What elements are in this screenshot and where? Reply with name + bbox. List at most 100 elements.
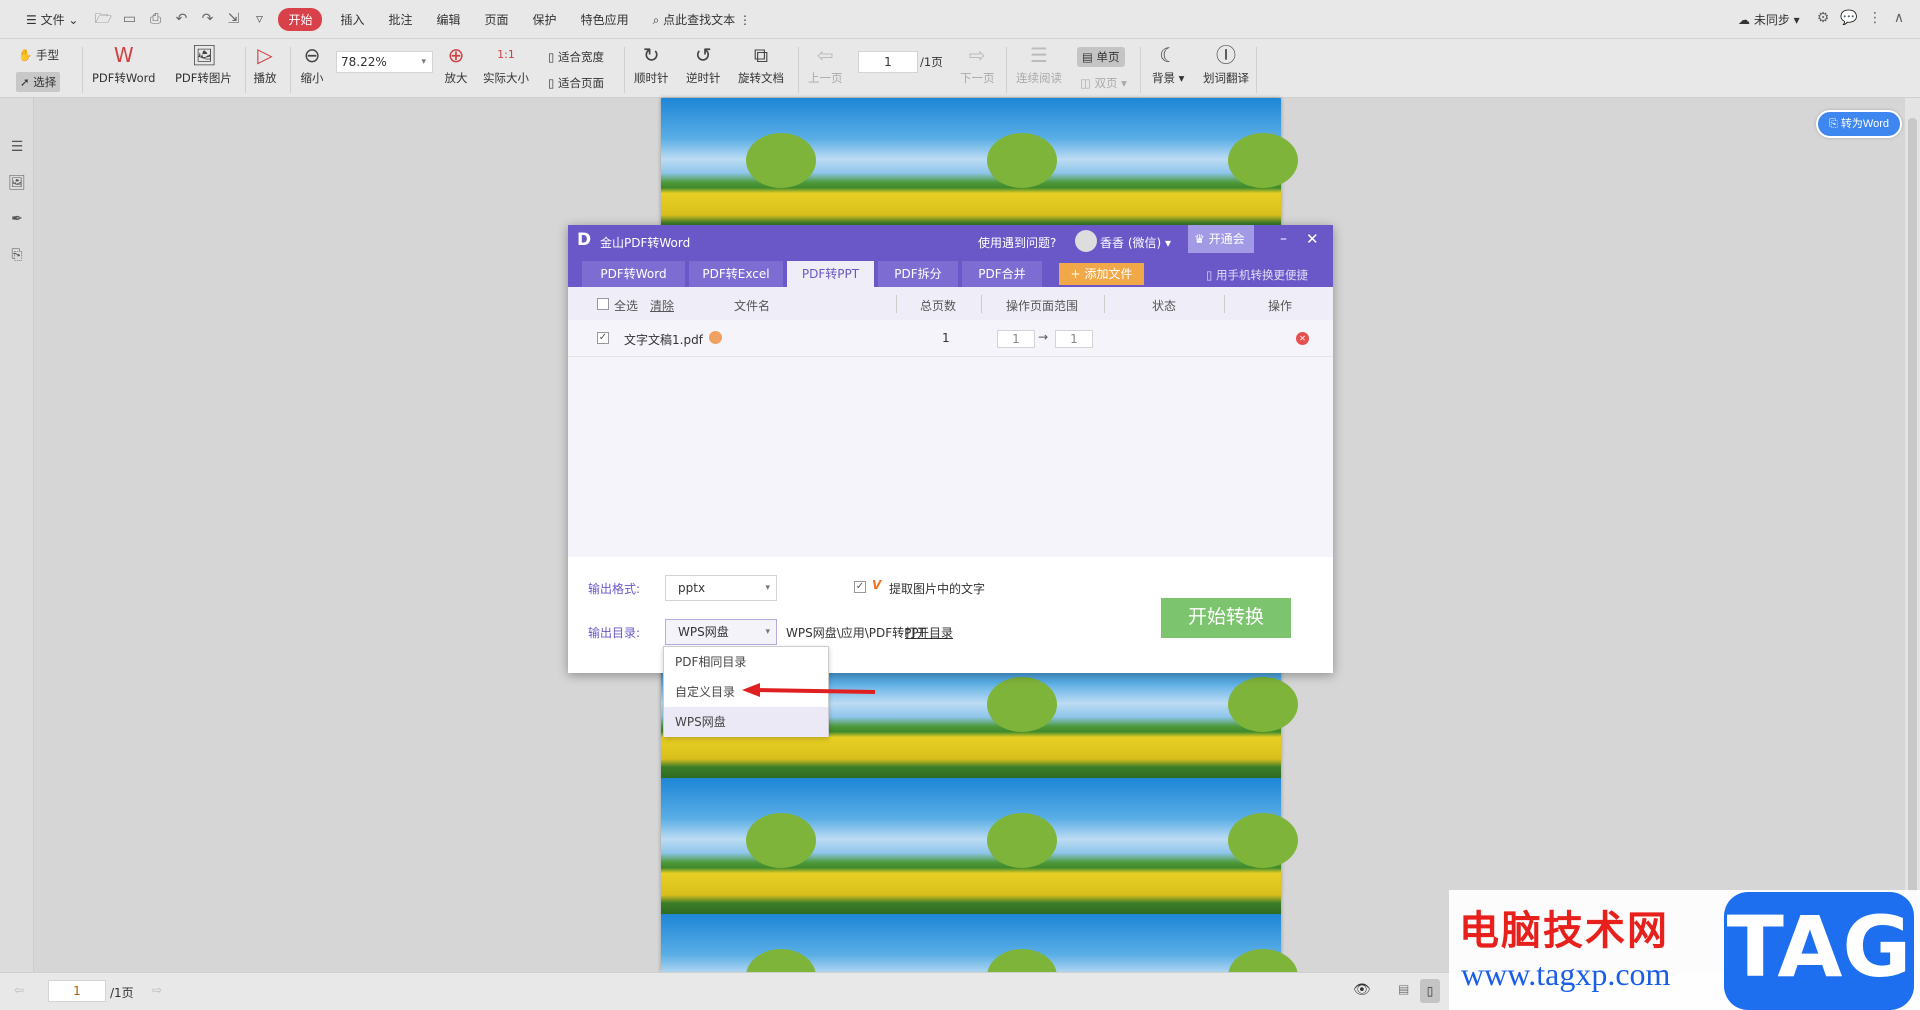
translate-button[interactable]: Ⓘ 划词翻译	[1203, 43, 1249, 86]
pdf-to-word-button[interactable]: W PDF转Word	[92, 43, 155, 86]
tab-pdf-to-ppt[interactable]: PDF转PPT	[787, 261, 874, 287]
settings-icon[interactable]: ⚙	[1814, 9, 1832, 27]
option-pdf-same-dir[interactable]: PDF相同目录	[664, 647, 828, 677]
next-page-icon[interactable]: ⇨	[152, 983, 162, 997]
collapse-icon[interactable]: ∧	[1890, 9, 1908, 27]
thumbnail-icon[interactable]: 🖼	[8, 174, 26, 192]
toolbar: ✋ 手型 ➚ 选择 W PDF转Word 🖼 PDF转图片 ▷ 播放 ⊖ 缩小 78.2…	[0, 38, 1920, 98]
search-label: 点此查找文本	[663, 12, 736, 27]
open-icon[interactable]: 🗁	[94, 10, 112, 28]
fit-width-button[interactable]: ▯ 适合宽度	[548, 49, 604, 65]
print-icon[interactable]: ⎙	[146, 10, 164, 28]
zoom-select[interactable]: 78.22% ▾	[336, 51, 433, 73]
mobile-convert-link[interactable]: ▯ 用手机转换更便捷	[1206, 267, 1308, 283]
tab-pdf-to-excel[interactable]: PDF转Excel	[689, 261, 783, 287]
tab-insert[interactable]: 插入	[328, 11, 376, 28]
avatar[interactable]	[1075, 230, 1097, 252]
dialog-title-bar: D 金山PDF转Word 使用遇到问题? 香香 (微信) ▾ ♛ 开通会员 – …	[568, 225, 1333, 274]
column-action: 操作	[1268, 299, 1293, 313]
continuous-view-icon[interactable]: ▤	[1398, 982, 1409, 996]
rotate-clockwise-button[interactable]: ↻ 顺时针	[634, 43, 669, 86]
remove-file-icon[interactable]: ✕	[1296, 332, 1309, 345]
prev-page-icon[interactable]: ⇦	[14, 983, 24, 997]
tab-start[interactable]: 开始	[278, 7, 323, 31]
tab-edit[interactable]: 编辑	[425, 11, 473, 28]
select-tool[interactable]: ➚ 选择	[16, 72, 61, 92]
export-icon[interactable]: ⇲	[224, 10, 242, 28]
clear-link[interactable]: 清除	[650, 297, 674, 314]
output-dir-select[interactable]: WPS网盘 ▾	[665, 619, 777, 645]
eye-protection-icon[interactable]: 👁	[1353, 982, 1371, 998]
user-menu[interactable]: 香香 (微信) ▾	[1100, 234, 1171, 251]
arrow-right-icon: ⇨	[968, 43, 986, 67]
vertical-scrollbar[interactable]	[1905, 98, 1920, 972]
more-dropdown-icon[interactable]: ▿	[250, 10, 268, 28]
output-dir-value: WPS网盘	[678, 625, 729, 639]
tab-page[interactable]: 页面	[473, 11, 521, 28]
undo-icon[interactable]: ↶	[172, 10, 190, 28]
tab-pdf-merge[interactable]: PDF合并	[962, 261, 1042, 287]
continuous-label: 连续阅读	[1016, 71, 1062, 85]
output-format-select[interactable]: pptx ▾	[665, 575, 777, 601]
hand-tool[interactable]: ✋ 手型	[18, 47, 59, 63]
scrollbar-thumb[interactable]	[1908, 118, 1917, 958]
sync-status[interactable]: ☁ 未同步 ▾	[1738, 11, 1800, 28]
actual-size-icon: 1:1	[497, 48, 515, 61]
file-list-empty-area	[568, 357, 1333, 557]
search-box[interactable]: ⌕ 点此查找文本 ⋮	[641, 11, 763, 28]
watermark-title: 电脑技术网	[1459, 908, 1669, 954]
redo-icon[interactable]: ↷	[198, 10, 216, 28]
actual-size-button[interactable]: 1:1 实际大小	[483, 43, 529, 86]
select-all-checkbox[interactable]	[597, 298, 609, 310]
continuous-read-button[interactable]: ☰ 连续阅读	[1016, 43, 1062, 86]
pdf-to-image-button[interactable]: 🖼 PDF转图片	[175, 43, 232, 86]
convert-to-word-button[interactable]: ⎘ 转为Word	[1816, 110, 1902, 138]
column-filename: 文件名	[734, 299, 771, 313]
page-number-input[interactable]: 1	[858, 51, 918, 73]
zoom-out-button[interactable]: ⊖ 缩小	[300, 43, 324, 86]
double-page-button[interactable]: ◫ 双页 ▾	[1080, 75, 1127, 91]
add-file-button[interactable]: + 添加文件	[1059, 263, 1144, 285]
start-convert-button[interactable]: 开始转换	[1161, 598, 1291, 638]
zoom-in-button[interactable]: ⊕ 放大	[444, 43, 468, 86]
range-from-input[interactable]: 1	[997, 330, 1035, 348]
status-page-input[interactable]: 1	[48, 980, 106, 1002]
column-pages: 总页数	[920, 299, 957, 313]
open-directory-link[interactable]: 打开目录	[905, 624, 953, 641]
tab-features[interactable]: 特色应用	[569, 11, 641, 28]
help-link[interactable]: 使用遇到问题?	[978, 234, 1056, 251]
ocr-checkbox[interactable]: ✓	[854, 581, 866, 593]
minimize-button[interactable]: –	[1280, 231, 1287, 247]
close-button[interactable]: ✕	[1306, 230, 1319, 248]
save-icon[interactable]: ▭	[120, 10, 138, 28]
tab-pdf-to-word[interactable]: PDF转Word	[582, 261, 685, 287]
convert-word-icon[interactable]: ⎘	[8, 246, 26, 264]
play-button[interactable]: ▷ 播放	[253, 43, 277, 86]
single-view-icon[interactable]: ▯	[1420, 979, 1440, 1003]
rotate-document-button[interactable]: ⧉ 旋转文档	[738, 43, 784, 86]
red-arrow-annotation	[742, 683, 876, 697]
next-page-button[interactable]: ⇨ 下一页	[960, 43, 995, 86]
arrow-right-icon: →	[1038, 330, 1049, 344]
column-status: 状态	[1152, 299, 1177, 313]
annotation-pen-icon[interactable]: ✒	[8, 210, 26, 228]
tree-image	[987, 813, 1057, 868]
tab-protect[interactable]: 保护	[521, 11, 569, 28]
vip-button[interactable]: ♛ 开通会员	[1188, 225, 1254, 274]
fit-page-button[interactable]: ▯ 适合页面	[548, 75, 604, 91]
row-checkbox[interactable]: ✓	[597, 332, 609, 344]
tab-pdf-split[interactable]: PDF拆分	[878, 261, 958, 287]
select-label: 选择	[33, 75, 57, 89]
background-button[interactable]: ☾ 背景 ▾	[1152, 43, 1184, 86]
range-to-input[interactable]: 1	[1055, 330, 1093, 348]
more-icon[interactable]: ⋮	[1866, 9, 1884, 27]
file-menu[interactable]: ☰ 文件 ⌄	[14, 11, 90, 28]
play-icon: ▷	[257, 43, 273, 67]
rotate-counterclockwise-button[interactable]: ↺ 逆时针	[686, 43, 721, 86]
tab-comment[interactable]: 批注	[377, 11, 425, 28]
prev-page-button[interactable]: ⇦ 上一页	[808, 43, 843, 86]
feedback-icon[interactable]: 💬	[1840, 9, 1858, 27]
outline-icon[interactable]: ☰	[8, 138, 26, 156]
single-page-button[interactable]: ▤ 单页	[1077, 47, 1125, 67]
option-wps-cloud[interactable]: WPS网盘	[664, 707, 828, 737]
